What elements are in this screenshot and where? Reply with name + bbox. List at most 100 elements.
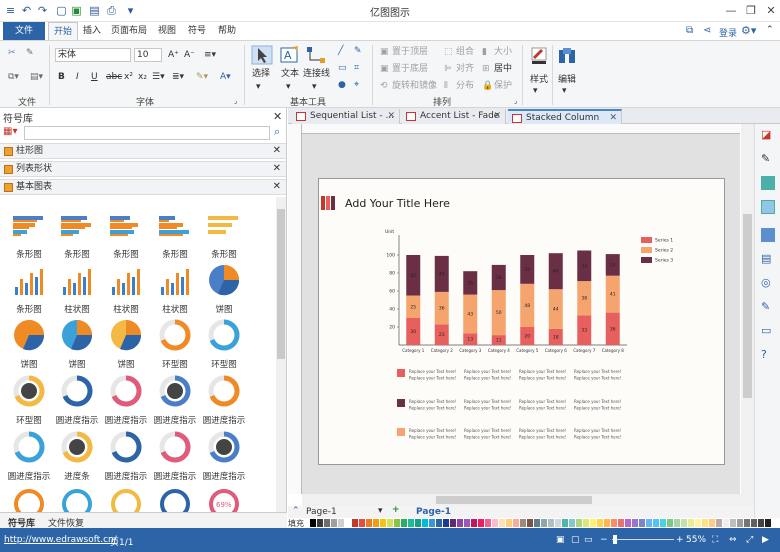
shape-item[interactable]: 进度条 (54, 428, 100, 484)
size-icon[interactable]: ▮ (482, 46, 487, 58)
color-swatch[interactable] (373, 519, 379, 527)
color-swatch[interactable] (443, 519, 449, 527)
color-swatch[interactable] (527, 519, 533, 527)
shape-item[interactable]: 圆进度指示 (6, 428, 52, 484)
color-swatch[interactable] (485, 519, 491, 527)
zoom-in-icon[interactable]: + (676, 535, 684, 545)
view-full-icon[interactable]: ▭ (584, 535, 593, 545)
color-swatch[interactable] (352, 519, 358, 527)
help-icon[interactable]: ? (761, 348, 775, 362)
color-swatch[interactable] (604, 519, 610, 527)
select-dropdown-icon[interactable]: ▾ (256, 81, 261, 93)
shape-item[interactable]: 条形图 (201, 206, 247, 262)
maximize-icon[interactable]: ❐ (742, 2, 760, 20)
color-swatch[interactable] (492, 519, 498, 527)
tab-view[interactable]: 视图 (154, 22, 180, 40)
tab-close-icon[interactable]: ✕ (387, 109, 395, 123)
edit-icon[interactable] (556, 46, 578, 66)
globe-icon[interactable]: ◎ (761, 276, 775, 290)
rotate-icon[interactable]: ⟲ (380, 80, 388, 92)
open-icon[interactable]: ▣ (70, 4, 83, 17)
crop-tool-icon[interactable]: ⌖ (354, 79, 359, 91)
color-swatch[interactable] (534, 519, 540, 527)
tab-close-icon[interactable]: ✕ (493, 109, 501, 123)
highlight-icon[interactable]: ✎▾ (196, 71, 208, 83)
font-name-select[interactable]: 宋体 (55, 48, 131, 62)
category-close-icon[interactable]: ✕ (273, 162, 281, 176)
shape-item[interactable]: 饼图 (54, 316, 100, 372)
undo-icon[interactable]: ↶ (20, 4, 33, 17)
color-swatch[interactable] (541, 519, 547, 527)
paste-icon[interactable]: ▤▾ (30, 71, 43, 83)
minimize-icon[interactable]: — (722, 2, 740, 20)
color-swatch[interactable] (387, 519, 393, 527)
color-swatch[interactable] (618, 519, 624, 527)
tab-help[interactable]: 帮助 (214, 22, 240, 40)
shape-item[interactable]: 圆进度指示 (54, 372, 100, 428)
shape-item[interactable]: 圆进度指示 (152, 428, 198, 484)
list-icon[interactable]: ☰▾ (152, 71, 165, 83)
color-swatch[interactable] (583, 519, 589, 527)
format-painter-icon[interactable]: ✎ (26, 47, 34, 59)
align-button[interactable]: 对齐 (456, 63, 474, 75)
color-swatch[interactable] (611, 519, 617, 527)
color-swatch[interactable] (324, 519, 330, 527)
shape-item[interactable]: 条形图 (103, 206, 149, 262)
color-swatch[interactable] (359, 519, 365, 527)
pencil-tool-icon[interactable]: ✎ (354, 45, 362, 57)
pen-tool-icon[interactable]: ⌗ (354, 62, 359, 74)
color-swatch[interactable] (674, 519, 680, 527)
color-swatch[interactable] (380, 519, 386, 527)
color-swatch[interactable] (464, 519, 470, 527)
new-icon[interactable]: ▢ (55, 4, 68, 17)
color-swatch[interactable] (681, 519, 687, 527)
color-swatch[interactable] (331, 519, 337, 527)
italic-icon[interactable]: I (76, 71, 79, 83)
text-dropdown-icon[interactable]: ▾ (286, 81, 291, 93)
customize-icon[interactable]: ▾ (124, 4, 137, 17)
subscript-icon[interactable]: x₂ (138, 71, 147, 83)
bring-front-icon[interactable]: ▣ (380, 46, 389, 58)
zoom-slider-thumb[interactable] (613, 535, 617, 544)
font-size-select[interactable]: 10 (134, 48, 162, 62)
website-link[interactable]: http://www.edrawsoft.cn/ (4, 535, 117, 545)
rotate-mirror-button[interactable]: 旋转和镜像 (392, 80, 437, 92)
doc-tab-sequential-list[interactable]: Sequential List - ... ✕ (292, 109, 400, 124)
page-selector[interactable]: Page-1 (306, 507, 337, 517)
shape-item[interactable]: 饼图 (103, 316, 149, 372)
shape-item[interactable]: 圆进度指示 (103, 372, 149, 428)
search-icon[interactable]: ⌕ (274, 125, 280, 139)
font-shrink-icon[interactable]: A⁻ (184, 49, 195, 61)
shape-item[interactable]: 圆进度指示 (201, 372, 247, 428)
rect-tool-icon[interactable]: ▭ (338, 62, 347, 74)
shape-item[interactable]: 圆进度指示 (201, 428, 247, 484)
shadow-icon[interactable] (761, 176, 775, 190)
presentation-icon[interactable]: ▶ (762, 535, 769, 545)
connector-dropdown-icon[interactable]: ▾ (312, 81, 317, 93)
color-swatch[interactable] (478, 519, 484, 527)
tab-page-layout[interactable]: 页面布局 (108, 22, 150, 40)
color-swatch[interactable] (317, 519, 323, 527)
color-swatch[interactable] (394, 519, 400, 527)
tab-close-icon[interactable]: ✕ (609, 111, 617, 125)
category-close-icon[interactable]: ✕ (273, 180, 281, 194)
center-button[interactable]: 居中 (494, 63, 512, 75)
share-icon[interactable]: ⋖ (703, 25, 711, 36)
select-label[interactable]: 选择 (252, 68, 270, 80)
text-label[interactable]: 文本 (281, 68, 299, 80)
protect-icon[interactable]: 🔒 (482, 80, 493, 92)
layer-icon[interactable] (761, 228, 775, 242)
collapse-ribbon-icon[interactable]: ⌃ (766, 25, 774, 35)
group-button[interactable]: 组合 (456, 46, 474, 58)
color-swatch[interactable] (422, 519, 428, 527)
view-normal-icon[interactable]: ▣ (556, 535, 565, 545)
color-swatch[interactable] (667, 519, 673, 527)
connector-label[interactable]: 连接线 (303, 68, 330, 80)
text-tool-icon[interactable]: A (279, 45, 301, 65)
color-swatch[interactable] (744, 519, 750, 527)
category-column-chart[interactable]: 柱形图 ✕ (0, 143, 286, 159)
shape-item[interactable]: 饼图 (6, 316, 52, 372)
color-swatch[interactable] (751, 519, 757, 527)
view-fit-icon[interactable]: ▢ (571, 535, 580, 545)
drawing-page[interactable]: Add Your Title Here Unit 20 40 60 80 100 30 25 4… (318, 178, 725, 465)
